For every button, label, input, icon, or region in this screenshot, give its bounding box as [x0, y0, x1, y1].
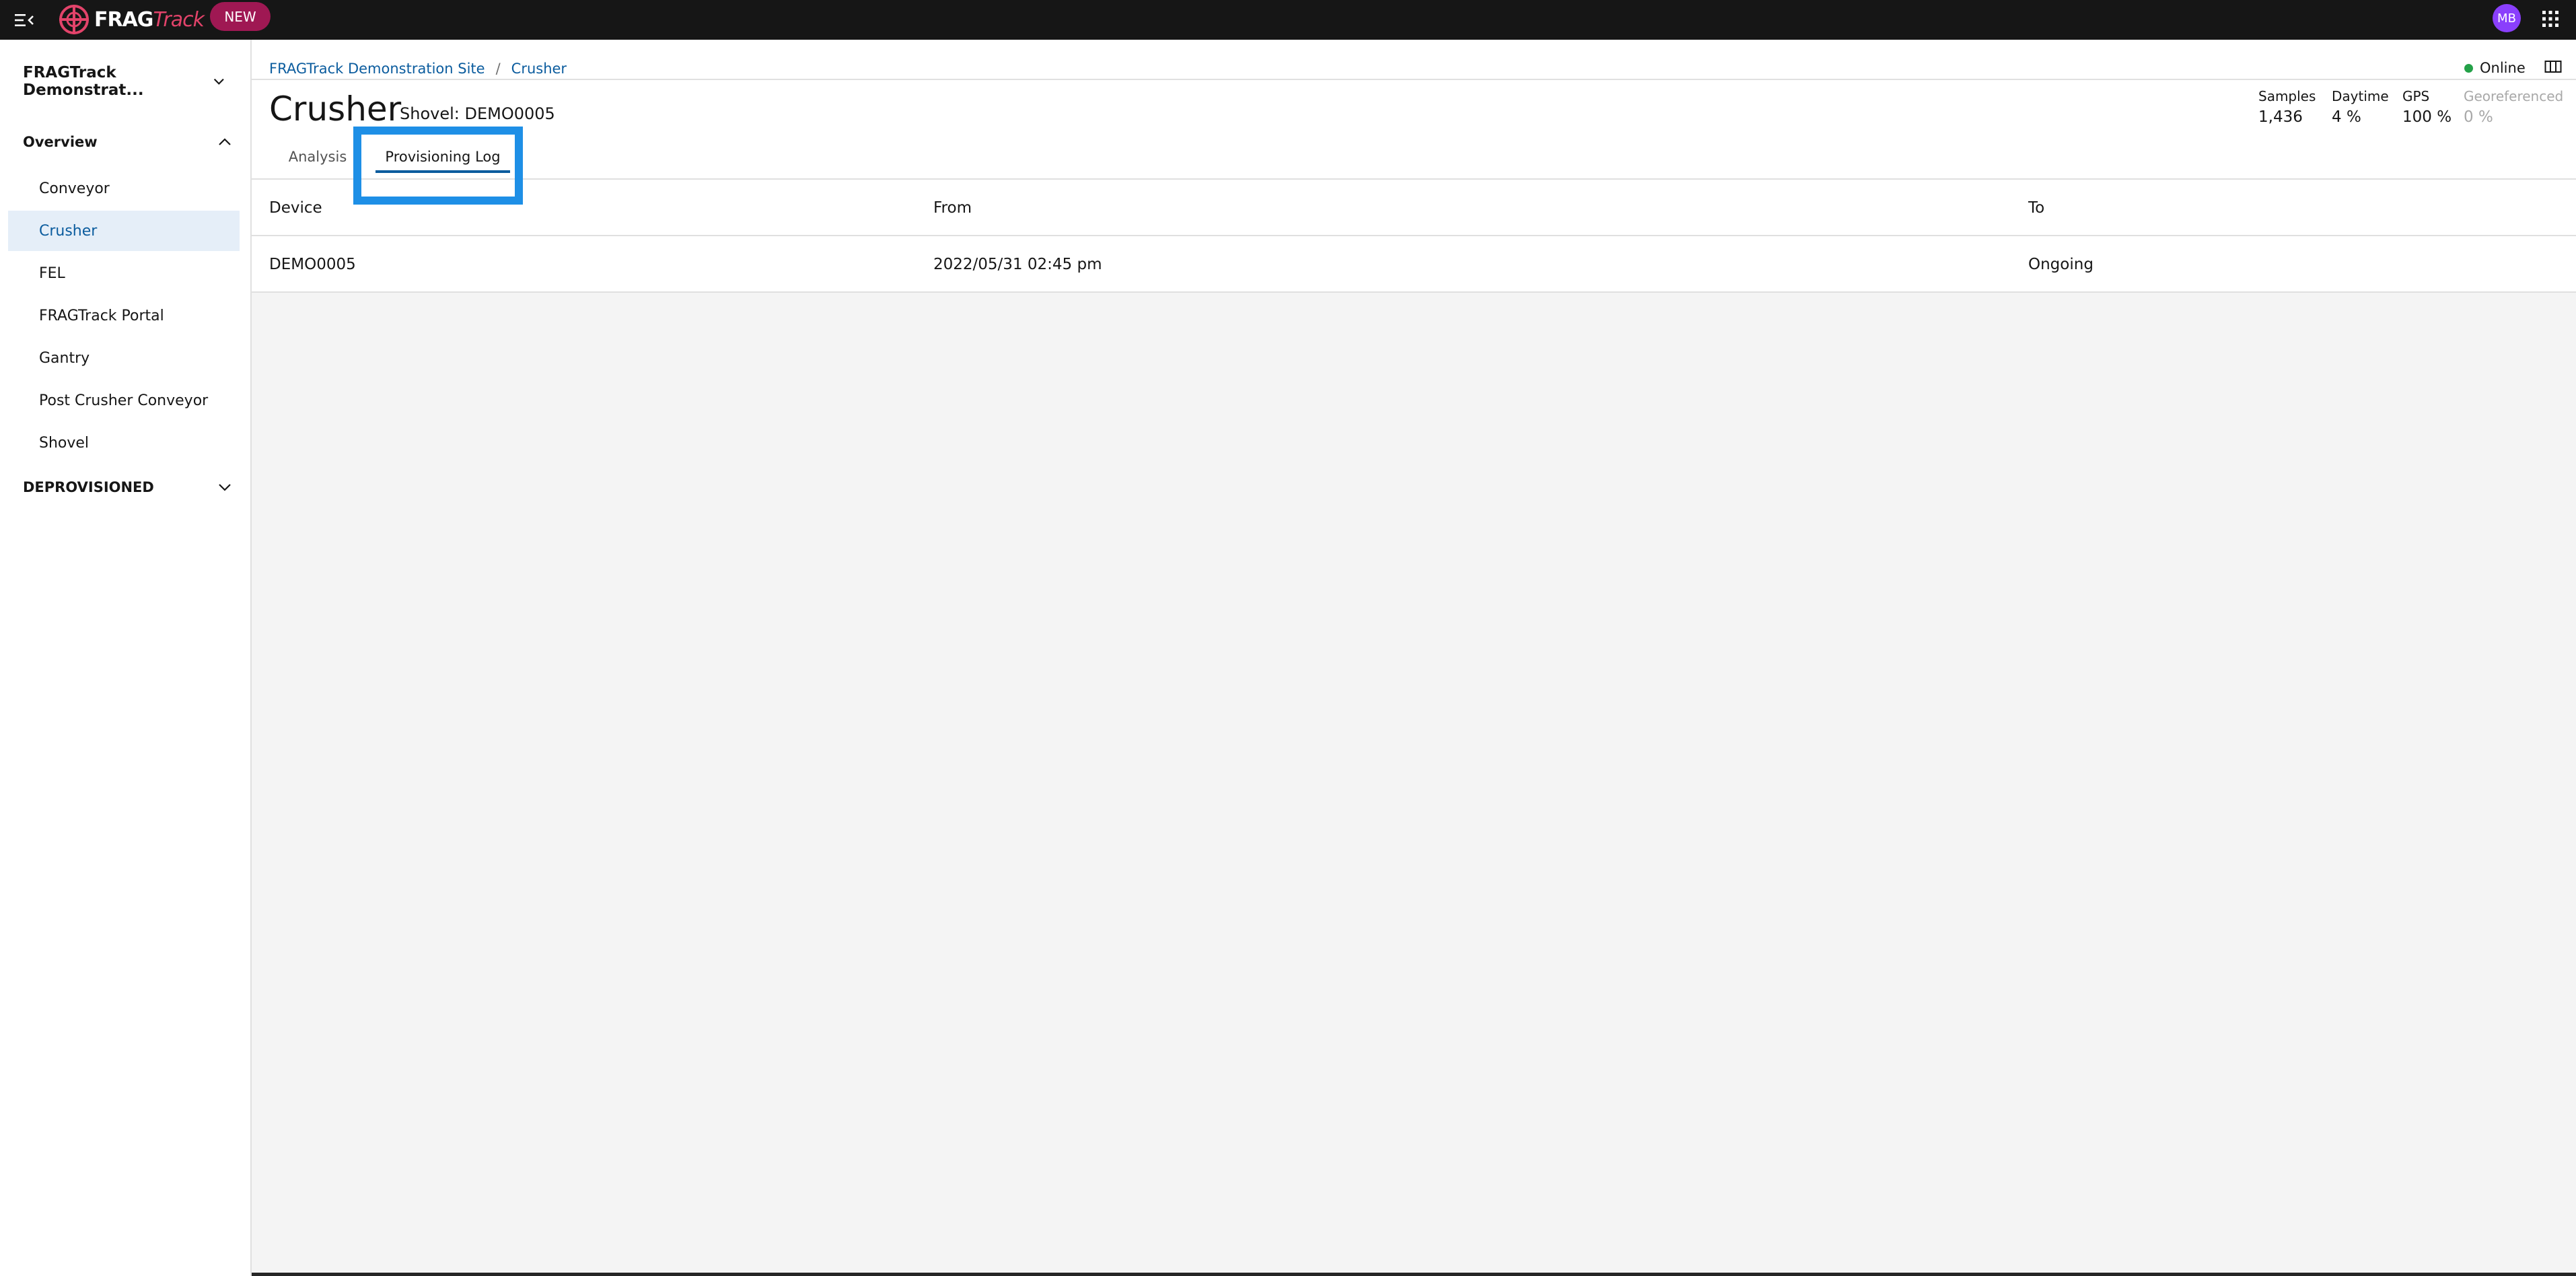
- new-badge[interactable]: NEW: [210, 2, 271, 31]
- top-bar: FRAGTrack NEW MB: [0, 0, 2576, 40]
- online-status-dot: [2464, 63, 2473, 73]
- sidebar-item-label: Shovel: [39, 434, 90, 452]
- user-avatar[interactable]: MB: [2493, 4, 2521, 32]
- sidebar: FRAGTrack Demonstrat... Overview Conveyo…: [0, 40, 252, 1276]
- breadcrumb: FRAGTrack Demonstration Site / Crusher: [269, 59, 567, 79]
- breadcrumb-separator: /: [495, 61, 501, 77]
- map-book-icon: [2544, 61, 2562, 73]
- sidebar-item-fel[interactable]: FEL: [8, 253, 240, 293]
- sidebar-item-label: Post Crusher Conveyor: [39, 392, 209, 409]
- chevron-down-icon: [219, 484, 231, 491]
- header-divider: [252, 79, 2576, 80]
- tab-label: Provisioning Log: [385, 149, 501, 165]
- sidebar-item-label: Conveyor: [39, 180, 110, 197]
- chevron-up-icon: [219, 138, 231, 145]
- stat-value: 100 %: [2402, 108, 2452, 126]
- cell-device: DEMO0005: [269, 256, 356, 273]
- sidebar-item-gantry[interactable]: Gantry: [8, 338, 240, 378]
- column-header-to[interactable]: To: [2028, 180, 2044, 236]
- menu-collapse-icon: [15, 14, 34, 26]
- window-bottom-edge: [252, 1273, 2576, 1276]
- crosshair-logo-icon: [59, 5, 89, 34]
- tab-analysis[interactable]: Analysis: [271, 138, 365, 176]
- stat-value: 0 %: [2464, 108, 2493, 126]
- fragtrack-logo[interactable]: FRAGTrack: [58, 1, 205, 38]
- sidebar-item-label: Gantry: [39, 349, 90, 367]
- sidebar-item-label: FEL: [39, 264, 65, 282]
- app-switcher-button[interactable]: [2537, 5, 2564, 32]
- cell-to: Ongoing: [2028, 256, 2094, 273]
- app-grid-icon: [2542, 11, 2559, 27]
- stat-value: 1,436: [2258, 108, 2303, 126]
- stat-georeferenced: Georeferenced 0 %: [2464, 88, 2563, 126]
- site-selector-label: FRAGTrack Demonstrat...: [23, 64, 144, 99]
- breadcrumb-site-link[interactable]: FRAGTrack Demonstration Site: [269, 61, 485, 77]
- menu-toggle-button[interactable]: [12, 8, 36, 32]
- stat-value: 4 %: [2332, 108, 2361, 126]
- stat-label: Georeferenced: [2464, 88, 2564, 104]
- table-header-row: Device From To: [252, 180, 2576, 236]
- sidebar-item-label: FRAGTrack Portal: [39, 307, 164, 324]
- stat-label: GPS: [2402, 88, 2430, 104]
- status-label: Online: [2480, 60, 2526, 76]
- column-header-from[interactable]: From: [933, 180, 972, 236]
- table-row[interactable]: DEMO0005 2022/05/31 02:45 pm Ongoing: [252, 236, 2576, 293]
- sidebar-item-fragtrack-portal[interactable]: FRAGTrack Portal: [8, 295, 240, 336]
- column-header-device[interactable]: Device: [269, 180, 322, 236]
- page-header: FRAGTrack Demonstration Site / Crusher O…: [252, 40, 2576, 180]
- sidebar-item-label: Crusher: [39, 222, 98, 240]
- stat-samples: Samples 1,436: [2258, 88, 2316, 126]
- cell-from: 2022/05/31 02:45 pm: [933, 256, 1102, 273]
- site-selector[interactable]: FRAGTrack Demonstrat...: [23, 64, 225, 99]
- sidebar-item-conveyor[interactable]: Conveyor: [8, 168, 240, 209]
- map-view-button[interactable]: [2540, 53, 2567, 80]
- stat-label: Daytime: [2332, 88, 2389, 104]
- tab-label: Analysis: [288, 149, 347, 165]
- sidebar-item-crusher[interactable]: Crusher: [8, 211, 240, 251]
- overview-group-toggle[interactable]: Overview: [23, 125, 231, 159]
- main-content: FRAGTrack Demonstration Site / Crusher O…: [252, 40, 2576, 1276]
- tab-provisioning-log[interactable]: Provisioning Log: [367, 138, 518, 176]
- page-title: Crusher: [269, 90, 402, 129]
- chevron-down-icon: [214, 78, 225, 85]
- breadcrumb-current-link[interactable]: Crusher: [511, 61, 567, 77]
- deprovisioned-group-toggle[interactable]: DEPROVISIONED: [23, 470, 231, 504]
- provisioning-log-table: Device From To DEMO0005 2022/05/31 02:45…: [252, 180, 2576, 293]
- overview-group-label: Overview: [23, 134, 98, 150]
- deprovisioned-group-label: DEPROVISIONED: [23, 479, 154, 495]
- stat-daytime: Daytime 4 %: [2332, 88, 2389, 126]
- stat-label: Samples: [2258, 88, 2316, 104]
- connection-status: Online: [2464, 56, 2526, 80]
- device-subtitle: Shovel: DEMO0005: [400, 104, 555, 123]
- sidebar-item-shovel[interactable]: Shovel: [8, 423, 240, 463]
- logo-text: FRAGTrack: [94, 7, 205, 32]
- sidebar-item-post-crusher-conveyor[interactable]: Post Crusher Conveyor: [8, 380, 240, 421]
- stat-gps: GPS 100 %: [2402, 88, 2452, 126]
